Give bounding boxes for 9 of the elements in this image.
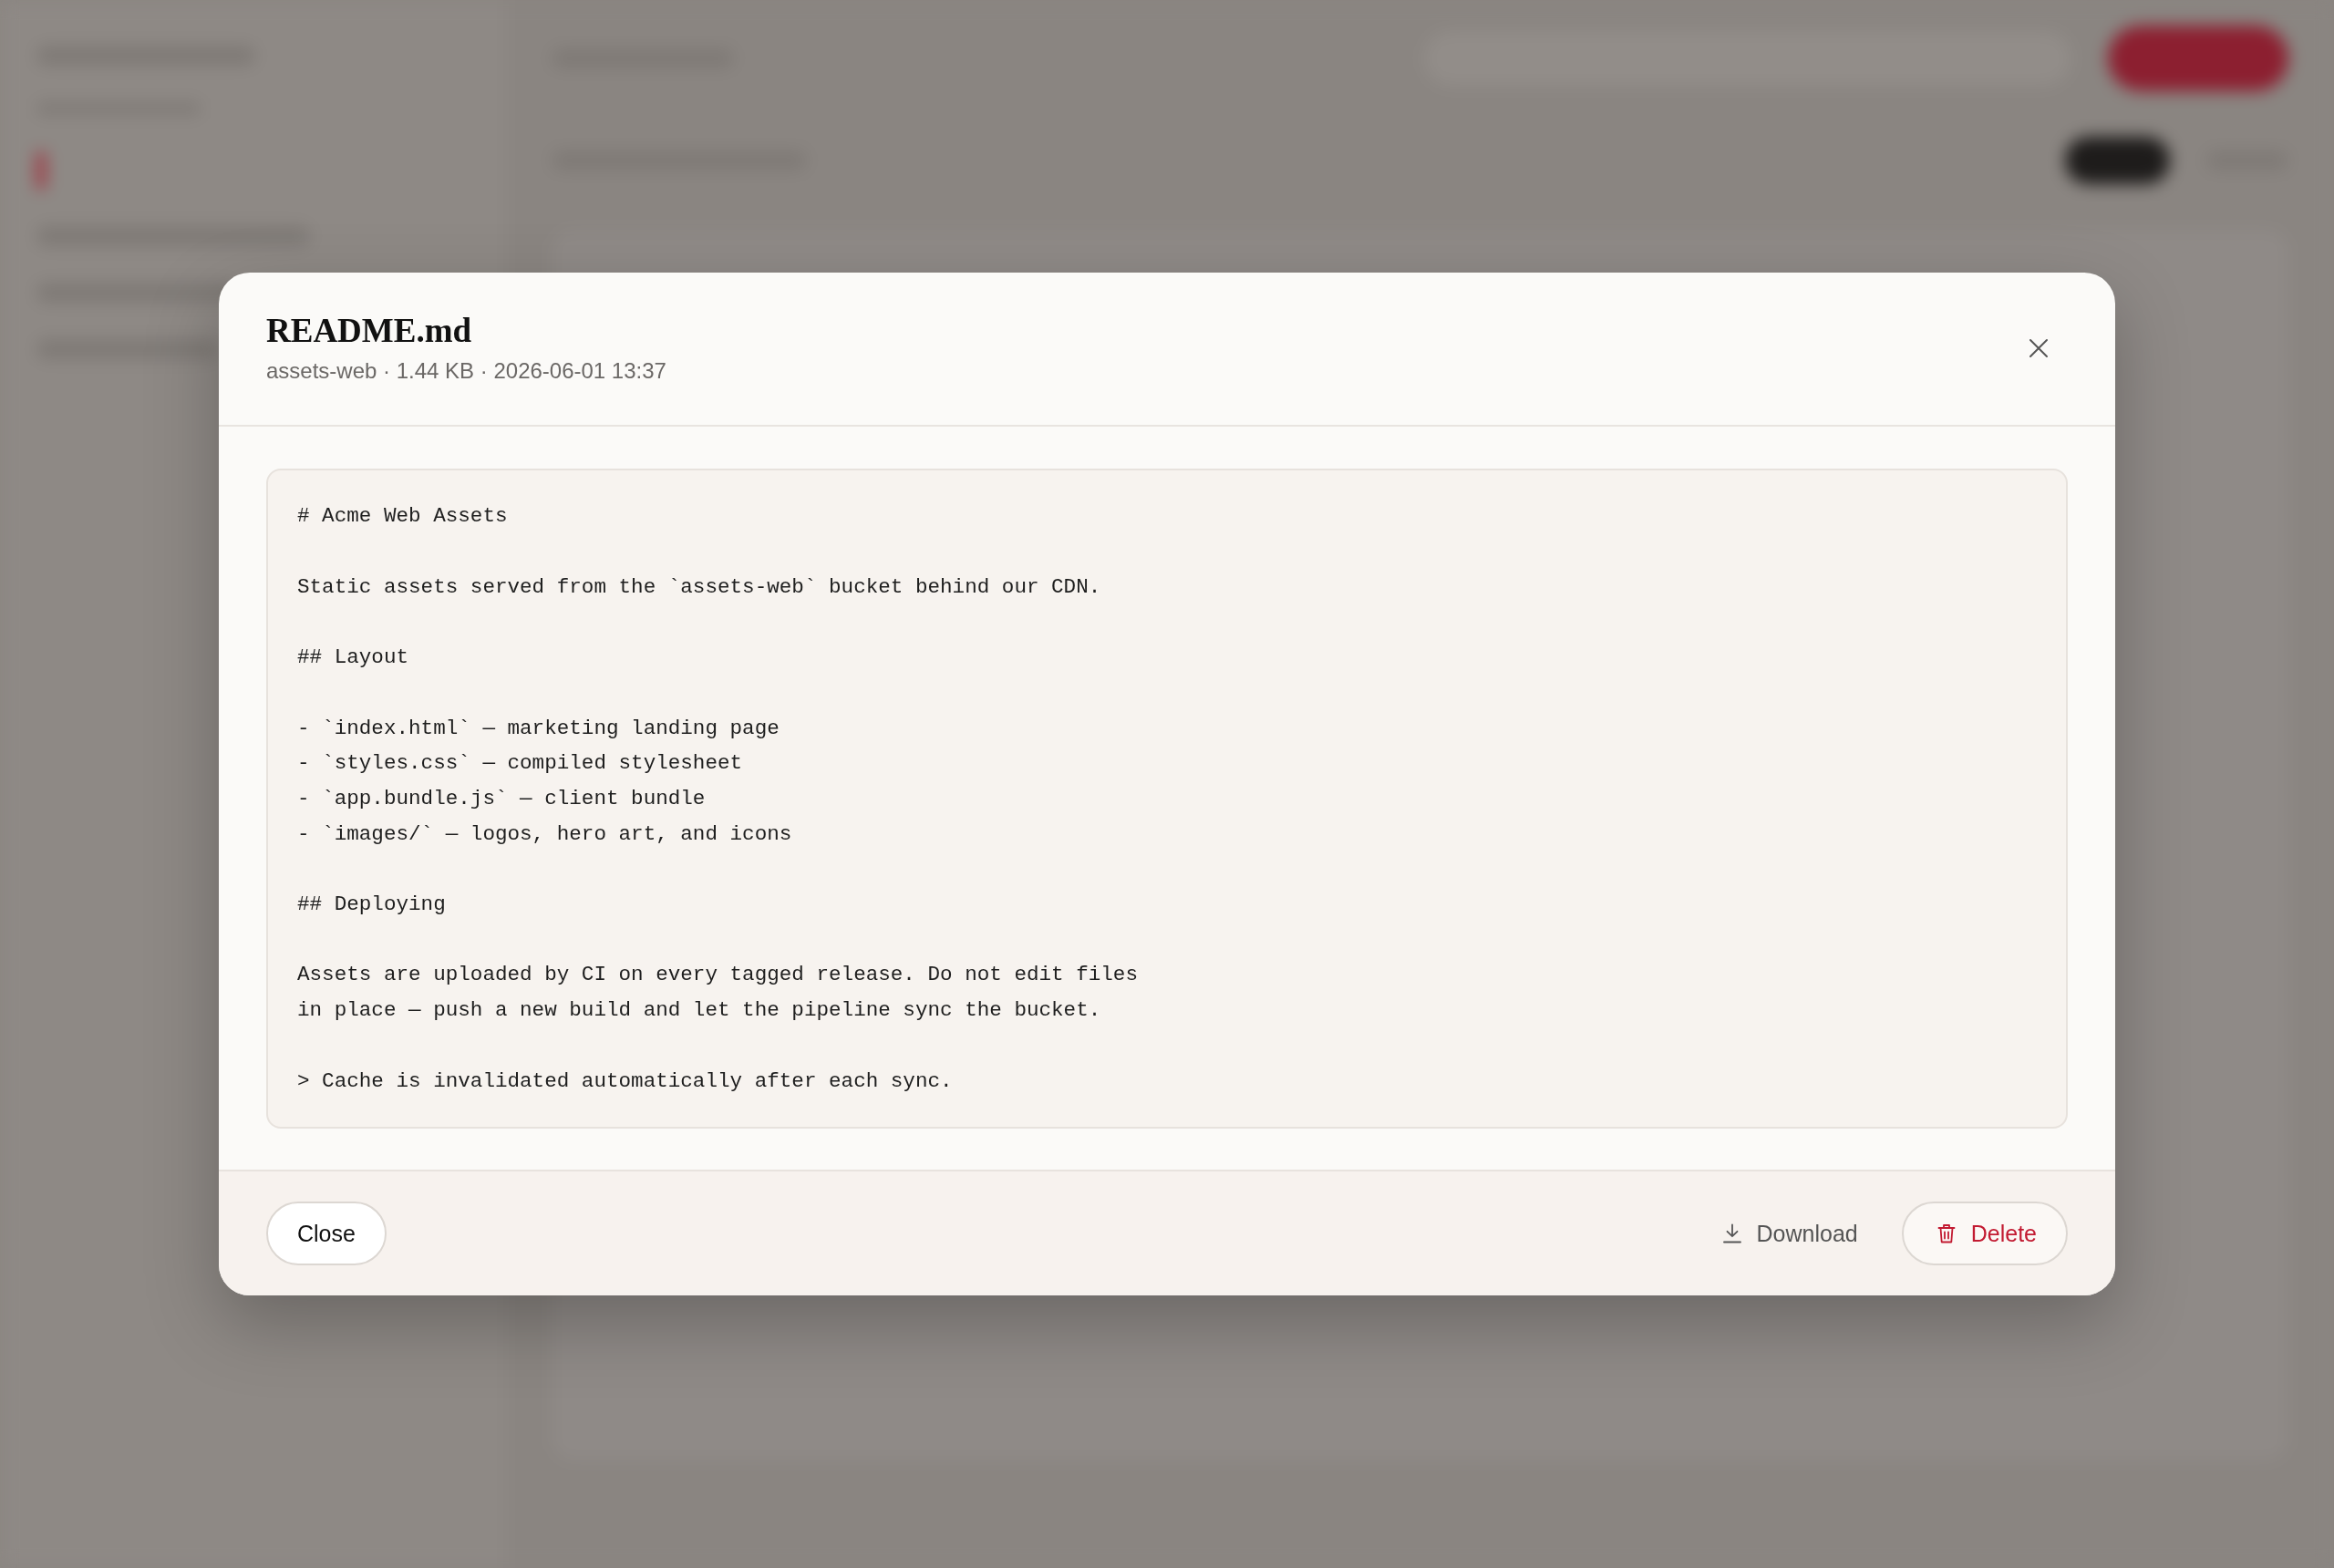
file-content-preview: # Acme Web Assets Static assets served from the `assets-web` bucket behind our CDN. ## Layout - `index.html` — marketing landing page - `styles.css` — compiled stylesheet - `app.bundle.js` — client bundle - `images/` — logos, hero art, and icons ## Deploying Assets are uploaded by CI on every tagged release. Do not edit files in place — push a new build and let the pipeline sync the bucket. > Cache is invalidated automatically after each sync. (266, 469, 2068, 1130)
trash-icon (1936, 1223, 1957, 1244)
download-button[interactable]: Download (1703, 1202, 1876, 1266)
download-icon (1721, 1223, 1742, 1244)
file-details-text: assets-web · 1.44 KB · 2026-06-01 13:37 (266, 357, 666, 386)
close-icon (2029, 337, 2049, 358)
delete-button[interactable]: Delete (1901, 1202, 2068, 1266)
close-button[interactable]: Close (266, 1202, 387, 1266)
dialog-title: README.md (266, 310, 473, 351)
